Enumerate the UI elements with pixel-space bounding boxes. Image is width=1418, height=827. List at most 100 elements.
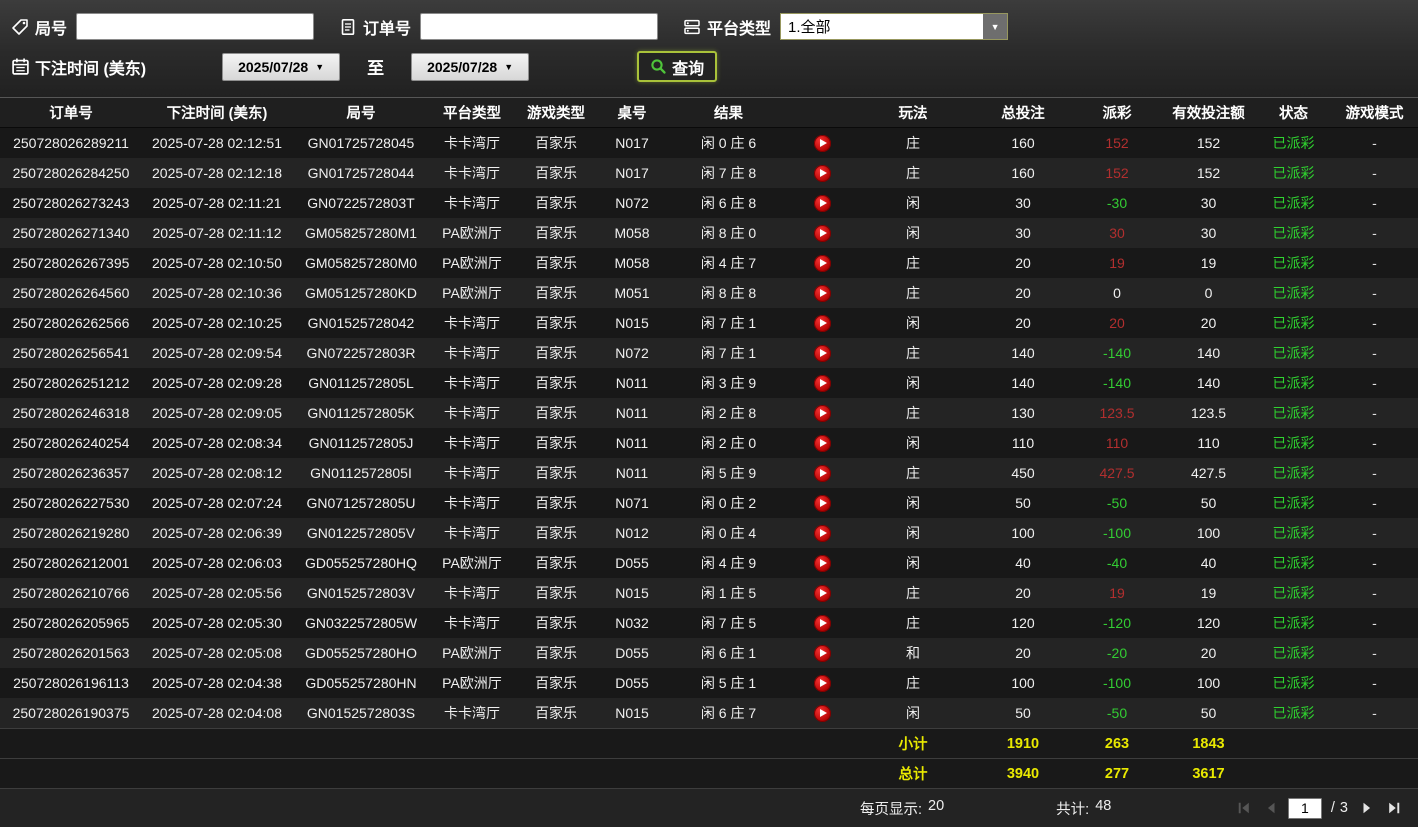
cell-result: 闲 5 庄 1 (700, 675, 757, 691)
play-icon[interactable] (813, 374, 831, 392)
cell-play (791, 548, 853, 578)
cell-game-type: 百家乐 (535, 165, 577, 181)
table-row: 250728026284250 2025-07-28 02:12:18 GN0172… (0, 158, 1418, 188)
play-icon[interactable] (813, 674, 831, 692)
cell-platform: 卡卡湾厅 (444, 495, 500, 511)
query-button[interactable]: 查询 (637, 51, 718, 82)
play-icon[interactable] (813, 644, 831, 662)
round-number-input[interactable] (76, 13, 315, 40)
cell-result: 闲 7 庄 1 (700, 315, 757, 331)
cell-order-id: 250728026210766 (12, 585, 130, 601)
play-icon[interactable] (813, 224, 831, 242)
play-icon[interactable] (813, 704, 831, 722)
cell-status: 已派彩 (1272, 555, 1315, 571)
cell-result: 闲 0 庄 4 (700, 525, 757, 541)
prev-page-button[interactable] (1261, 798, 1281, 818)
document-icon (338, 17, 358, 37)
cell-status: 已派彩 (1272, 645, 1315, 661)
play-icon[interactable] (813, 434, 831, 452)
cell-order-id: 250728026212001 (12, 555, 130, 571)
cell-round-id: GN0322572805W (304, 615, 418, 631)
cell-platform: PA欧洲厅 (442, 675, 502, 691)
table-row: 250728026246318 2025-07-28 02:09:05 GN0112… (0, 398, 1418, 428)
play-icon[interactable] (813, 254, 831, 272)
cell-total-bet: 160 (1011, 135, 1035, 151)
cell-bet-time: 2025-07-28 02:10:25 (152, 315, 282, 331)
first-page-button[interactable] (1234, 798, 1254, 818)
table-row: 250728026196113 2025-07-28 02:04:38 GD0552… (0, 668, 1418, 698)
cell-payout: 123.5 (1099, 405, 1135, 421)
cell-play-type: 庄 (906, 615, 920, 631)
cell-play (791, 608, 853, 638)
cell-total-bet: 100 (1011, 525, 1035, 541)
cell-game-type: 百家乐 (535, 285, 577, 301)
cell-play (791, 218, 853, 248)
play-icon[interactable] (813, 494, 831, 512)
cell-game-type: 百家乐 (535, 345, 577, 361)
search-icon (650, 58, 667, 75)
date-to-picker[interactable]: 2025/07/28 ▼ (411, 52, 530, 81)
cell-order-id: 250728026246318 (12, 405, 130, 421)
page-number-input[interactable] (1287, 797, 1322, 819)
cell-platform: 卡卡湾厅 (444, 435, 500, 451)
cell-platform: 卡卡湾厅 (444, 375, 500, 391)
cell-play-type: 庄 (906, 585, 920, 601)
table-row: 250728026190375 2025-07-28 02:04:08 GN0152… (0, 698, 1418, 728)
cell-platform: 卡卡湾厅 (444, 615, 500, 631)
cell-platform: PA欧洲厅 (442, 645, 502, 661)
cell-status: 已派彩 (1272, 495, 1315, 511)
table-row: 250728026210766 2025-07-28 02:05:56 GN0152… (0, 578, 1418, 608)
cell-table-no: N017 (615, 135, 649, 151)
order-number-input[interactable] (420, 13, 659, 40)
play-icon[interactable] (813, 464, 831, 482)
cell-total-bet: 120 (1011, 615, 1035, 631)
cell-table-no: M058 (614, 255, 650, 271)
total-tail (1256, 759, 1418, 788)
chevron-down-icon: ▼ (315, 61, 325, 72)
subtotal-label: 小计 (898, 737, 928, 753)
play-icon[interactable] (813, 554, 831, 572)
next-page-button[interactable] (1357, 798, 1377, 818)
cell-total-bet: 140 (1011, 345, 1035, 361)
play-icon[interactable] (813, 314, 831, 332)
platform-select[interactable]: 1.全部 ▼ (780, 13, 1009, 40)
cell-status: 已派彩 (1272, 435, 1315, 451)
cell-status: 已派彩 (1272, 255, 1315, 271)
date-from-picker[interactable]: 2025/07/28 ▼ (222, 52, 341, 81)
cell-round-id: GN01725728044 (307, 165, 415, 181)
cell-order-id: 250728026284250 (12, 165, 130, 181)
cell-game-type: 百家乐 (535, 255, 577, 271)
play-icon[interactable] (813, 404, 831, 422)
play-icon[interactable] (813, 194, 831, 212)
cell-round-id: GN0112572805J (308, 435, 414, 451)
column-header-table-no: 桌号 (617, 106, 647, 122)
play-icon[interactable] (813, 344, 831, 362)
platform-select-value: 1.全部 (788, 19, 831, 36)
play-icon[interactable] (813, 164, 831, 182)
play-icon[interactable] (813, 134, 831, 152)
column-header-status: 状态 (1279, 106, 1308, 122)
cell-play (791, 668, 853, 698)
cell-bet-time: 2025-07-28 02:09:54 (152, 345, 282, 361)
play-icon[interactable] (813, 284, 831, 302)
cell-mode: - (1372, 675, 1377, 691)
filter-row-2: 下注时间 (美东) 2025/07/28 ▼ 至 2025/07/28 ▼ 查询 (10, 51, 1408, 82)
table-row: 250728026273243 2025-07-28 02:11:21 GN0722… (0, 188, 1418, 218)
cell-mode: - (1372, 645, 1377, 661)
cell-game-type: 百家乐 (535, 315, 577, 331)
play-icon[interactable] (813, 524, 831, 542)
cell-platform: 卡卡湾厅 (444, 525, 500, 541)
play-icon[interactable] (813, 584, 831, 602)
cell-round-id: GN0112572805L (308, 375, 414, 391)
cell-valid-bet: 40 (1200, 555, 1217, 571)
cell-payout: 0 (1113, 285, 1121, 301)
cell-bet-time: 2025-07-28 02:05:08 (152, 645, 282, 661)
table-row: 250728026240254 2025-07-28 02:08:34 GN0112… (0, 428, 1418, 458)
cell-play-type: 闲 (906, 495, 920, 511)
play-icon[interactable] (813, 614, 831, 632)
cell-play-type: 闲 (906, 195, 920, 211)
last-page-button[interactable] (1384, 798, 1404, 818)
cell-platform: PA欧洲厅 (442, 285, 502, 301)
cell-platform: 卡卡湾厅 (444, 345, 500, 361)
cell-mode: - (1372, 615, 1377, 631)
